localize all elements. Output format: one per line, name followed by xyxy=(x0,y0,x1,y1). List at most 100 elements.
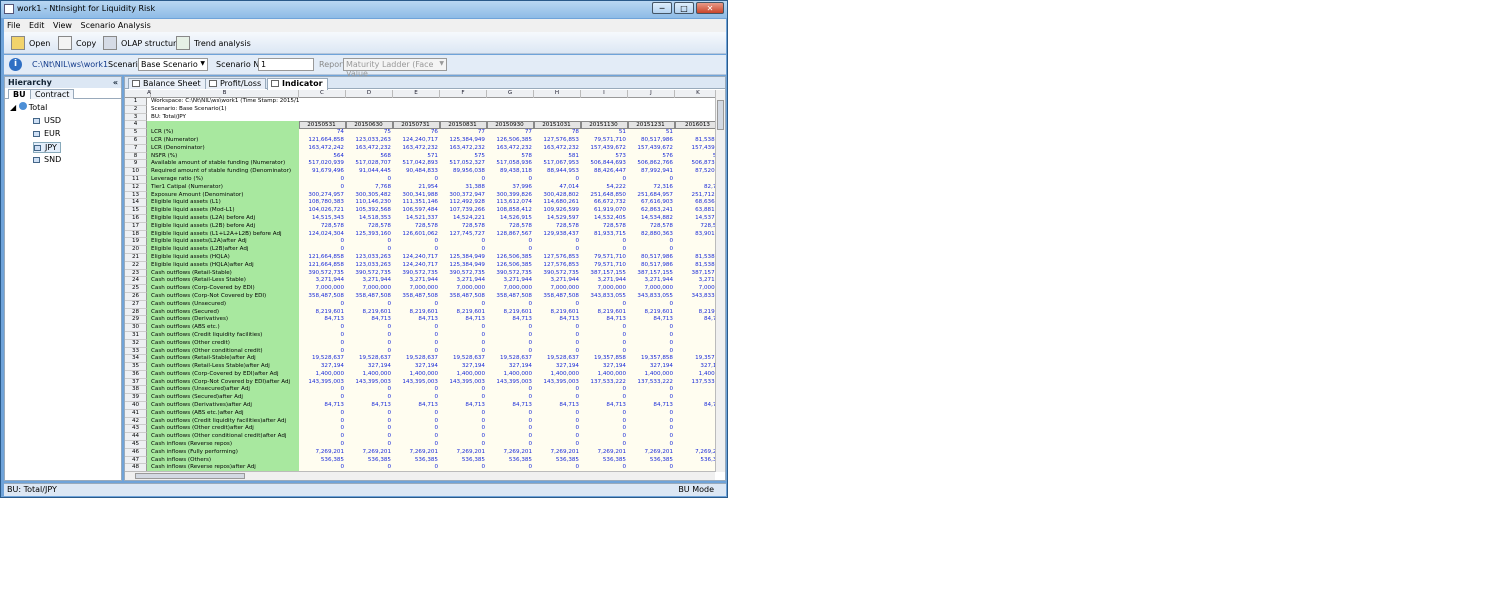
empty-cell[interactable] xyxy=(393,106,440,114)
value-cell[interactable]: 7,768 xyxy=(346,183,393,192)
row-number[interactable]: 36 xyxy=(125,370,147,379)
value-cell[interactable]: 7,000,000 xyxy=(440,285,487,293)
value-cell[interactable]: 108,858,412 xyxy=(487,207,534,215)
value-cell[interactable]: 387,157,155 xyxy=(628,269,675,278)
report-select[interactable]: Maturity Ladder (Face Value ▼ xyxy=(343,58,447,78)
value-cell[interactable]: 573 xyxy=(581,152,628,161)
tab-profit-loss[interactable]: Profit/Loss xyxy=(205,78,267,89)
value-cell[interactable]: 728,578 xyxy=(581,222,628,231)
column-header[interactable]: I xyxy=(581,90,628,98)
value-cell[interactable]: 536,385 xyxy=(299,456,346,465)
value-cell[interactable]: 79,571,710 xyxy=(581,253,628,262)
value-cell[interactable]: 0 xyxy=(628,324,675,332)
value-cell[interactable]: 327,194 xyxy=(440,363,487,371)
value-cell[interactable]: 0 xyxy=(393,324,440,332)
empty-cell[interactable] xyxy=(487,114,534,122)
row-label-cell[interactable]: Cash outflows (Corp-Not Covered by EDI)a… xyxy=(147,378,299,387)
value-cell[interactable]: 8,219,601 xyxy=(440,308,487,317)
value-cell[interactable]: 127,576,853 xyxy=(534,136,581,145)
value-cell[interactable]: 0 xyxy=(346,175,393,184)
trend-analysis-button[interactable]: Trend analysis xyxy=(172,34,255,52)
value-cell[interactable]: 7,000,000 xyxy=(628,285,675,293)
value-cell[interactable]: 0 xyxy=(534,238,581,247)
tab-bu[interactable]: BU xyxy=(8,89,31,99)
empty-cell[interactable] xyxy=(628,106,675,114)
value-cell[interactable]: 728,578 xyxy=(393,222,440,231)
value-cell[interactable]: 0 xyxy=(675,425,715,434)
value-cell[interactable]: 327,194 xyxy=(534,363,581,371)
value-cell[interactable]: 91,044,445 xyxy=(346,168,393,176)
empty-cell[interactable] xyxy=(628,98,675,106)
value-cell[interactable]: 75 xyxy=(346,129,393,137)
scroll-thumb[interactable] xyxy=(135,473,245,479)
row-label-cell[interactable]: Eligible liquid assets (HQLA)after Adj xyxy=(147,261,299,270)
row-number[interactable]: 15 xyxy=(125,207,147,215)
row-label-cell[interactable]: LCR (Numerator) xyxy=(147,136,299,145)
date-header-cell[interactable]: 20151031 xyxy=(534,121,581,130)
value-cell[interactable]: 19,357,858 xyxy=(628,355,675,364)
value-cell[interactable]: 327,194 xyxy=(487,363,534,371)
value-cell[interactable]: 0 xyxy=(393,246,440,254)
value-cell[interactable]: 390,572,735 xyxy=(534,269,581,278)
value-cell[interactable]: 0 xyxy=(487,386,534,395)
row-label-cell[interactable]: Cash inflows (Others) xyxy=(147,456,299,465)
value-cell[interactable]: 137,533,222 xyxy=(581,378,628,387)
value-cell[interactable]: 300,274,957 xyxy=(299,191,346,200)
value-cell[interactable]: 19,528,637 xyxy=(299,355,346,364)
row-number[interactable]: 35 xyxy=(125,363,147,371)
value-cell[interactable]: 0 xyxy=(440,386,487,395)
value-cell[interactable]: 0 xyxy=(581,425,628,434)
value-cell[interactable]: 0 xyxy=(346,347,393,356)
value-cell[interactable]: 0 xyxy=(534,394,581,403)
value-cell[interactable]: 14,532,405 xyxy=(581,214,628,223)
menu-scenario-analysis[interactable]: Scenario Analysis xyxy=(78,19,154,32)
row-number[interactable]: 46 xyxy=(125,448,147,457)
value-cell[interactable]: 0 xyxy=(534,175,581,184)
value-cell[interactable]: 51 xyxy=(581,129,628,137)
value-cell[interactable]: 110,146,230 xyxy=(346,199,393,208)
value-cell[interactable]: 80,517,986 xyxy=(628,253,675,262)
value-cell[interactable]: 728,578 xyxy=(299,222,346,231)
value-cell[interactable]: 0 xyxy=(534,339,581,348)
value-cell[interactable]: 62,863,241 xyxy=(628,207,675,215)
value-cell[interactable]: 0 xyxy=(346,238,393,247)
row-number[interactable]: 11 xyxy=(125,175,147,184)
empty-cell[interactable] xyxy=(628,114,675,122)
row-label-cell[interactable]: Cash outflows (Corp-Covered by EDI) xyxy=(147,285,299,293)
value-cell[interactable]: 536,385 xyxy=(440,456,487,465)
value-cell[interactable]: 0 xyxy=(393,238,440,247)
value-cell[interactable]: 88,426,447 xyxy=(581,168,628,176)
info-icon[interactable]: i xyxy=(9,58,22,71)
value-cell[interactable]: 0 xyxy=(299,417,346,426)
row-number[interactable]: 38 xyxy=(125,386,147,395)
value-cell[interactable]: 0 xyxy=(346,300,393,309)
row-number[interactable]: 4 xyxy=(125,121,147,130)
row-number[interactable]: 34 xyxy=(125,355,147,364)
row-number[interactable]: 26 xyxy=(125,292,147,301)
row-number[interactable]: 47 xyxy=(125,456,147,465)
value-cell[interactable]: 390,572,735 xyxy=(393,269,440,278)
value-cell[interactable]: 0 xyxy=(628,339,675,348)
value-cell[interactable]: 37,996 xyxy=(487,183,534,192)
value-cell[interactable]: 0 xyxy=(440,433,487,442)
value-cell[interactable]: 124,240,717 xyxy=(393,261,440,270)
value-cell[interactable]: 578 xyxy=(487,152,534,161)
value-cell[interactable]: 0 xyxy=(628,394,675,403)
value-cell[interactable]: 8,219,601 xyxy=(628,308,675,317)
value-cell[interactable]: 517,052,327 xyxy=(440,160,487,169)
value-cell[interactable]: 126,506,385 xyxy=(487,261,534,270)
value-cell[interactable]: 390,572,735 xyxy=(346,269,393,278)
value-cell[interactable]: 79,571,710 xyxy=(581,136,628,145)
value-cell[interactable]: 0 xyxy=(628,417,675,426)
value-cell[interactable]: 0 xyxy=(534,433,581,442)
value-cell[interactable]: 575 xyxy=(440,152,487,161)
value-cell[interactable]: 517,028,707 xyxy=(346,160,393,169)
value-cell[interactable]: 0 xyxy=(675,394,715,403)
value-cell[interactable]: 80,517,986 xyxy=(628,261,675,270)
value-cell[interactable]: 0 xyxy=(393,300,440,309)
value-cell[interactable]: 0 xyxy=(393,425,440,434)
row-number[interactable]: 43 xyxy=(125,425,147,434)
row-label-cell[interactable]: Eligible liquid assets (L2B) before Adj xyxy=(147,222,299,231)
value-cell[interactable]: 251,648,850 xyxy=(581,191,628,200)
value-cell[interactable]: 0 xyxy=(628,300,675,309)
